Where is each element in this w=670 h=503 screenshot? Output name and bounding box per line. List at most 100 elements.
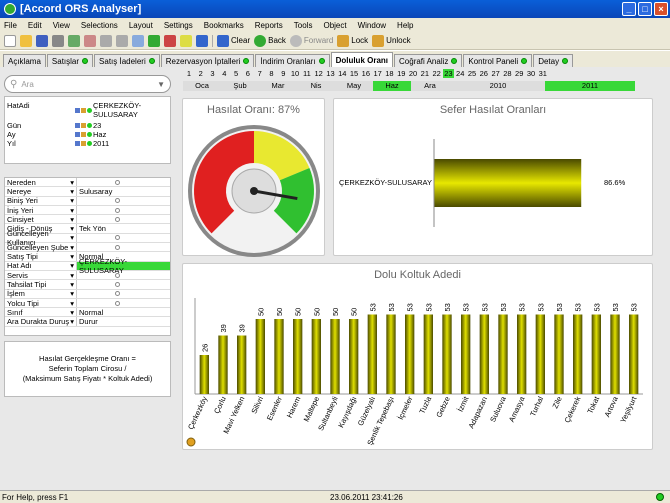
tab-8[interactable]: Detay <box>533 54 574 67</box>
field-value-cell[interactable]: Tek Yön <box>77 224 170 233</box>
field-value-cell[interactable] <box>77 290 170 298</box>
day-12[interactable]: 12 <box>313 69 325 78</box>
field-value-cell[interactable]: Sulusaray <box>77 187 170 196</box>
field-name-cell[interactable]: Tahsilat Tipi ▾ <box>5 280 77 289</box>
list-row[interactable]: Yolcu Tipi ▾ <box>5 299 170 309</box>
chevron-down-icon[interactable]: ▾ <box>70 271 74 280</box>
lock-icon[interactable] <box>81 107 86 113</box>
day-7[interactable]: 7 <box>254 69 266 78</box>
field-value-cell[interactable] <box>77 206 170 214</box>
day-28[interactable]: 28 <box>502 69 514 78</box>
chevron-down-icon[interactable]: ▾ <box>70 261 74 270</box>
unlock-button[interactable]: Unlock <box>372 34 411 47</box>
menu-9[interactable]: Object <box>323 21 346 30</box>
chevron-down-icon[interactable]: ▾ <box>70 215 74 224</box>
search-icon[interactable] <box>132 34 144 47</box>
tab-0[interactable]: Açıklama <box>3 54 46 67</box>
field-value-cell[interactable] <box>77 243 170 251</box>
print-icon[interactable] <box>52 34 64 47</box>
field-name-cell[interactable]: Nereden ▾ <box>5 178 77 187</box>
field-name-cell[interactable]: Sınıf ▾ <box>5 308 77 317</box>
lock-icon[interactable] <box>81 132 86 137</box>
chevron-down-icon[interactable]: ▾ <box>70 206 74 215</box>
field-value-cell[interactable] <box>77 271 170 279</box>
field-value-cell[interactable] <box>77 215 170 223</box>
field-name-cell[interactable]: Ara Durakta Duruş ▾ <box>5 317 77 326</box>
edit-icon[interactable] <box>84 34 96 47</box>
field-name-cell[interactable]: Yolcu Tipi ▾ <box>5 299 77 308</box>
month-Şub[interactable]: Şub <box>221 81 259 91</box>
chevron-down-icon[interactable]: ▾ <box>70 308 74 317</box>
day-22[interactable]: 22 <box>431 69 443 78</box>
open-icon[interactable] <box>20 34 32 47</box>
chevron-down-icon[interactable]: ▾ <box>70 187 74 196</box>
month-Ara[interactable]: Ara <box>411 81 449 91</box>
tab-6[interactable]: Coğrafi Analiz <box>394 54 463 67</box>
lock-icon[interactable] <box>81 141 86 146</box>
tab-5[interactable]: Doluluk Oranı <box>330 52 394 67</box>
day-16[interactable]: 16 <box>360 69 372 78</box>
maximize-button[interactable]: □ <box>638 2 652 16</box>
day-1[interactable]: 1 <box>183 69 195 78</box>
field-name-cell[interactable]: Servis ▾ <box>5 271 77 280</box>
field-name-cell[interactable]: Güncelleyen Kullanıcı ▾ <box>5 229 77 247</box>
day-17[interactable]: 17 <box>372 69 384 78</box>
day-29[interactable]: 29 <box>513 69 525 78</box>
menu-10[interactable]: Window <box>358 21 386 30</box>
day-5[interactable]: 5 <box>230 69 242 78</box>
reload-icon[interactable] <box>68 34 80 47</box>
list-row[interactable]: İniş Yeri ▾ <box>5 206 170 216</box>
table-icon[interactable] <box>164 34 176 47</box>
chevron-down-icon[interactable]: ▾ <box>70 178 74 187</box>
edit-icon[interactable] <box>75 141 80 146</box>
menu-8[interactable]: Tools <box>294 21 313 30</box>
month-Oca[interactable]: Oca <box>183 81 221 91</box>
tab-1[interactable]: Satışlar <box>46 54 94 67</box>
tab-3[interactable]: Rezervasyon İptalleri <box>160 54 255 67</box>
day-2[interactable]: 2 <box>195 69 207 78</box>
close-button[interactable]: × <box>654 2 668 16</box>
edit-icon[interactable] <box>75 123 80 128</box>
menu-2[interactable]: View <box>53 21 70 30</box>
edit-icon[interactable] <box>75 107 80 113</box>
day-9[interactable]: 9 <box>277 69 289 78</box>
list-row[interactable]: Nereye ▾ Sulusaray <box>5 187 170 197</box>
day-8[interactable]: 8 <box>266 69 278 78</box>
list-row[interactable]: Biniş Yeri ▾ <box>5 196 170 206</box>
minimize-button[interactable]: _ <box>622 2 636 16</box>
forward-button[interactable]: Forward <box>289 34 333 47</box>
chart-menu-icon[interactable] <box>186 437 196 447</box>
field-name-cell[interactable]: İşlem ▾ <box>5 289 77 298</box>
back-button[interactable]: Back <box>254 34 286 47</box>
day-10[interactable]: 10 <box>289 69 301 78</box>
field-name-cell[interactable]: İniş Yeri ▾ <box>5 206 77 215</box>
day-13[interactable]: 13 <box>325 69 337 78</box>
field-name-cell[interactable]: Nereye ▾ <box>5 187 77 196</box>
year-2010[interactable]: 2010 <box>453 81 543 91</box>
field-name-cell[interactable]: Satış Tipi ▾ <box>5 252 77 261</box>
help-icon[interactable] <box>196 34 208 47</box>
field-value-cell[interactable] <box>77 280 170 288</box>
chevron-down-icon[interactable]: ▼ <box>157 80 165 89</box>
list-row[interactable]: Ara Durakta Duruş ▾ Durur <box>5 317 170 327</box>
day-4[interactable]: 4 <box>218 69 230 78</box>
chevron-down-icon[interactable]: ▾ <box>70 196 74 205</box>
day-24[interactable]: 24 <box>454 69 466 78</box>
field-value-cell[interactable] <box>77 299 170 307</box>
menu-7[interactable]: Reports <box>255 21 283 30</box>
day-15[interactable]: 15 <box>348 69 360 78</box>
day-21[interactable]: 21 <box>419 69 431 78</box>
field-value-cell[interactable]: Durur <box>77 317 170 326</box>
day-11[interactable]: 11 <box>301 69 313 78</box>
day-19[interactable]: 19 <box>395 69 407 78</box>
chevron-down-icon[interactable]: ▾ <box>70 224 74 233</box>
chevron-down-icon[interactable]: ▾ <box>70 289 74 298</box>
tab-2[interactable]: Satış İadeleri <box>94 54 160 67</box>
chevron-down-icon[interactable]: ▾ <box>70 233 74 242</box>
save-icon[interactable] <box>36 34 48 47</box>
list-row[interactable]: Hat Adı ▾ ÇERKEZKÖY-SULUSARAY <box>5 257 170 275</box>
menu-3[interactable]: Selections <box>81 21 118 30</box>
field-name-cell[interactable]: Hat Adı ▾ <box>5 261 77 270</box>
day-26[interactable]: 26 <box>478 69 490 78</box>
field-value-cell[interactable]: Normal <box>77 308 170 317</box>
